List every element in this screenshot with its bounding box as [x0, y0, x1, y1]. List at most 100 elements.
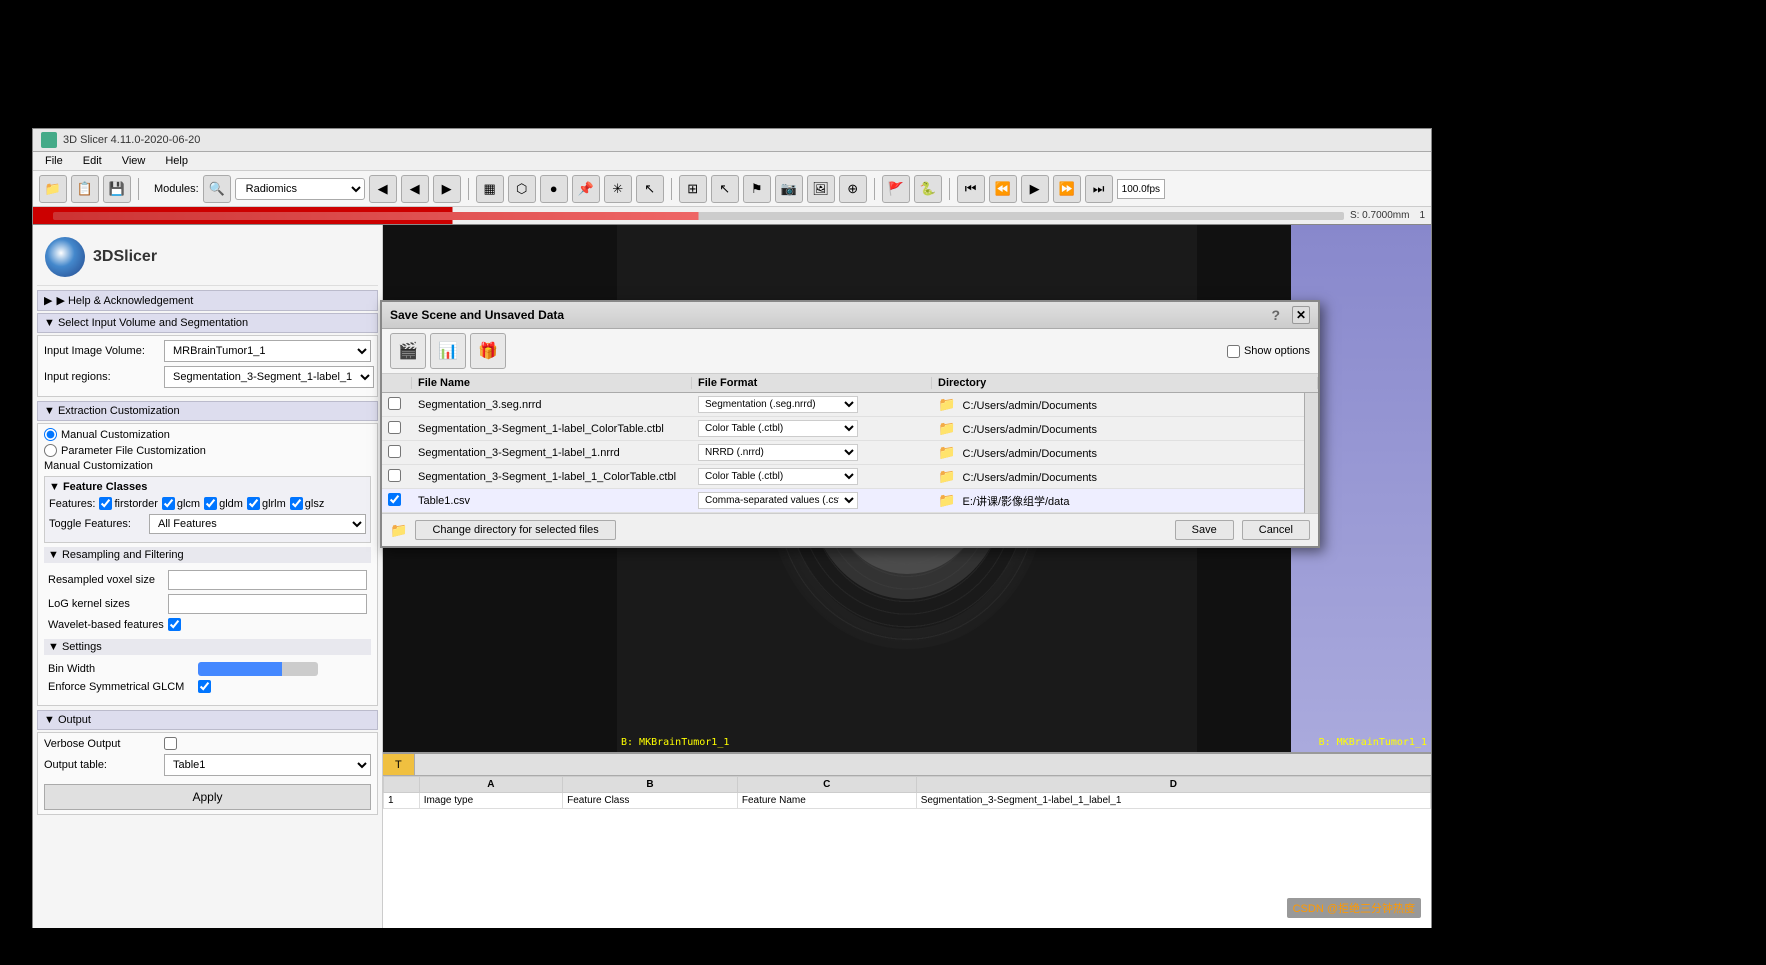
zoom-btn[interactable]: ⊕	[839, 175, 867, 203]
param-radio-label: Parameter File Customization	[61, 445, 206, 457]
input-image-select[interactable]: MRBrainTumor1_1	[164, 340, 371, 362]
nav-fwd-btn[interactable]: ▶	[433, 175, 461, 203]
dialog-scrollbar[interactable]	[1304, 393, 1318, 513]
play-btn[interactable]: ▶	[1021, 175, 1049, 203]
help-section-header[interactable]: ▶ ▶ Help & Acknowledgement	[37, 290, 378, 311]
menu-edit[interactable]: Edit	[79, 154, 106, 168]
param-radio-row: Parameter File Customization	[44, 444, 371, 457]
row1-checkbox[interactable]	[388, 397, 401, 410]
param-radio[interactable]	[44, 444, 57, 457]
glrlm-checkbox[interactable]	[247, 497, 260, 510]
nav-back-btn[interactable]: ◀	[401, 175, 429, 203]
verbose-checkbox[interactable]	[164, 737, 177, 750]
glsz-checkbox[interactable]	[290, 497, 303, 510]
camera-btn[interactable]: 📷	[775, 175, 803, 203]
slider-bar: R S: 0.7000mm 1	[33, 207, 1431, 225]
menu-bar: File Edit View Help	[33, 152, 1431, 171]
table-tab-t[interactable]: T	[383, 754, 415, 775]
firstorder-checkbox[interactable]	[99, 497, 112, 510]
dialog-row5-check	[382, 491, 412, 511]
row4-dir-icon: 📁	[938, 468, 955, 484]
wavelet-checkbox[interactable]	[168, 618, 181, 631]
enforce-row: Enforce Symmetrical GLCM	[48, 680, 367, 693]
star-btn[interactable]: ✳	[604, 175, 632, 203]
extraction-section-header[interactable]: ▼ Extraction Customization	[37, 401, 378, 421]
nav-prev-btn[interactable]: ◀	[369, 175, 397, 203]
pin-btn[interactable]: 📌	[572, 175, 600, 203]
glcm-checkbox[interactable]	[162, 497, 175, 510]
row2-checkbox[interactable]	[388, 421, 401, 434]
input-image-row: Input Image Volume: MRBrainTumor1_1	[44, 340, 371, 362]
skip-end-btn[interactable]: ⏭	[1085, 175, 1113, 203]
row3-format-select[interactable]: NRRD (.nrrd)	[698, 444, 858, 461]
menu-view[interactable]: View	[118, 154, 150, 168]
row1-format-select[interactable]: Segmentation (.seg.nrrd)	[698, 396, 858, 413]
change-dir-button[interactable]: Change directory for selected files	[415, 520, 615, 540]
dcm-btn[interactable]: 📋	[71, 175, 99, 203]
dialog-row-1: Segmentation_3.seg.nrrd Segmentation (.s…	[382, 393, 1318, 417]
show-options-checkbox[interactable]	[1227, 345, 1240, 358]
output-table-select[interactable]: Table1	[164, 754, 371, 776]
grid-btn[interactable]: ⊞	[679, 175, 707, 203]
dialog-scene-btn[interactable]: 🎬	[390, 333, 426, 369]
menu-file[interactable]: File	[41, 154, 67, 168]
dialog-col-check	[382, 377, 412, 389]
dialog-gift-btn[interactable]: 🎁	[470, 333, 506, 369]
show-options-label: Show options	[1244, 345, 1310, 357]
search-btn[interactable]: 🔍	[203, 175, 231, 203]
row2-format-select[interactable]: Color Table (.ctbl)	[698, 420, 858, 437]
flag2-btn[interactable]: 🚩	[882, 175, 910, 203]
settings-header[interactable]: ▼ Settings	[44, 639, 371, 655]
dialog-table-btn[interactable]: 📊	[430, 333, 466, 369]
dialog-row-2: Segmentation_3-Segment_1-label_ColorTabl…	[382, 417, 1318, 441]
row4-format-select[interactable]: Color Table (.ctbl)	[698, 468, 858, 485]
resampling-header[interactable]: ▼ Resampling and Filtering	[44, 547, 371, 563]
flag-btn[interactable]: ⚑	[743, 175, 771, 203]
modules-dropdown[interactable]: Radiomics	[235, 178, 365, 200]
enforce-checkbox[interactable]	[198, 680, 211, 693]
bin-width-label: Bin Width	[48, 663, 198, 675]
feature-classes-header[interactable]: ▼ Feature Classes	[49, 481, 366, 493]
layout-btn[interactable]: ▦	[476, 175, 504, 203]
output-section-header[interactable]: ▼ Output	[37, 710, 378, 730]
dialog-close-button[interactable]: ✕	[1292, 306, 1310, 324]
play-fwd-btn[interactable]: ⏩	[1053, 175, 1081, 203]
arrow-btn[interactable]: ↖	[711, 175, 739, 203]
sphere-btn[interactable]: ●	[540, 175, 568, 203]
main-toolbar: 📁 📋 💾 Modules: 🔍 Radiomics ◀ ◀ ▶ ▦ ⬡ ● 📌…	[33, 171, 1431, 207]
app-title: 3D Slicer 4.11.0-2020-06-20	[63, 134, 200, 146]
data-btn[interactable]: 📁	[39, 175, 67, 203]
row3-checkbox[interactable]	[388, 445, 401, 458]
play-back-btn[interactable]: ⏪	[989, 175, 1017, 203]
row2-dir-icon: 📁	[938, 420, 955, 436]
apply-button[interactable]: Apply	[44, 784, 371, 810]
resampled-input[interactable]	[168, 570, 367, 590]
gldm-checkbox[interactable]	[204, 497, 217, 510]
cube-btn[interactable]: ⬡	[508, 175, 536, 203]
img-btn[interactable]: 🖼	[807, 175, 835, 203]
input-section-label: ▼ Select Input Volume and Segmentation	[44, 317, 248, 329]
manual-radio[interactable]	[44, 428, 57, 441]
input-regions-select[interactable]: Segmentation_3-Segment_1-label_1	[164, 366, 374, 388]
row4-checkbox[interactable]	[388, 469, 401, 482]
table-col-a: A	[419, 777, 562, 793]
slider-track[interactable]	[53, 212, 1344, 220]
dialog-row3-format: NRRD (.nrrd)	[692, 442, 932, 463]
cursor-btn[interactable]: ↖	[636, 175, 664, 203]
log-kernel-input[interactable]	[168, 594, 367, 614]
save-button[interactable]: Save	[1175, 520, 1234, 540]
python-btn[interactable]: 🐍	[914, 175, 942, 203]
dialog-help-icon[interactable]: ?	[1271, 307, 1280, 323]
menu-help[interactable]: Help	[161, 154, 192, 168]
save-scene-dialog[interactable]: Save Scene and Unsaved Data ? ✕ 🎬 📊 🎁 Sh…	[380, 300, 1320, 548]
cancel-button[interactable]: Cancel	[1242, 520, 1310, 540]
bin-width-slider[interactable]	[198, 662, 318, 676]
skip-start-btn[interactable]: ⏮	[957, 175, 985, 203]
save-btn[interactable]: 💾	[103, 175, 131, 203]
toggle-select[interactable]: All Features	[149, 514, 366, 534]
enforce-label: Enforce Symmetrical GLCM	[48, 681, 198, 693]
row5-checkbox[interactable]	[388, 493, 401, 506]
help-arrow: ▶	[44, 294, 52, 307]
row5-format-select[interactable]: Comma-separated values (.csv)	[698, 492, 858, 509]
input-section-header[interactable]: ▼ Select Input Volume and Segmentation	[37, 313, 378, 333]
